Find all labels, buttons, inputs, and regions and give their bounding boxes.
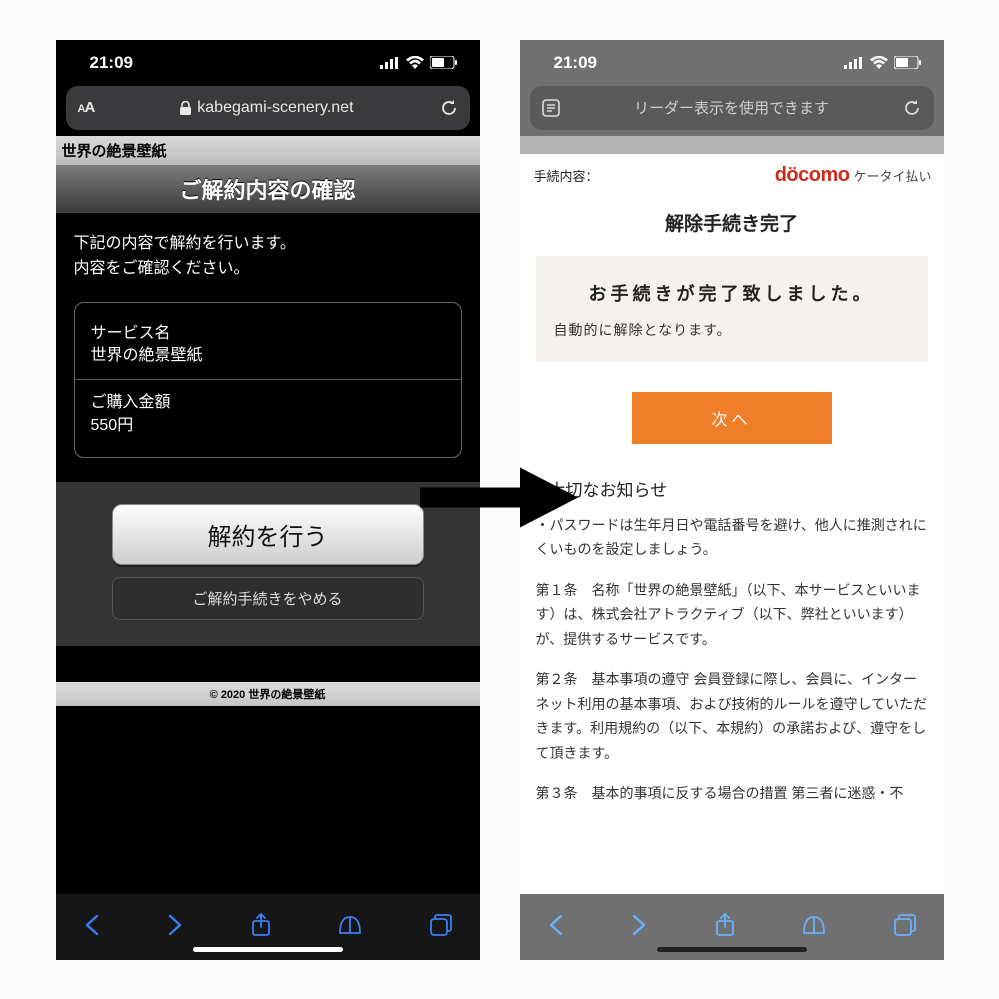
home-indicator[interactable] xyxy=(657,947,807,952)
reader-icon[interactable] xyxy=(542,99,560,117)
url-bar[interactable]: AA kabegami-scenery.net xyxy=(66,86,470,130)
completion-box: お手続きが完了致しました。 自動的に解除となります。 xyxy=(536,256,928,362)
notice-p4: 第３条 基本的事項に反する場合の措置 第三者に迷惑・不 xyxy=(536,781,928,806)
confirm-text-2: 内容をご確認ください。 xyxy=(74,256,462,282)
service-label: サービス名 xyxy=(91,323,445,345)
reader-hint: リーダー表示を使用できます xyxy=(634,97,829,118)
service-name: 世界の絶景壁紙 xyxy=(91,345,445,367)
status-icons xyxy=(844,56,922,69)
back-icon[interactable] xyxy=(548,914,564,936)
status-bar: 21:09 xyxy=(56,40,480,86)
status-bar: 21:09 xyxy=(520,40,944,86)
docomo-brand: döcomo xyxy=(775,164,850,187)
time-label: 21:09 xyxy=(554,53,597,73)
wifi-icon xyxy=(870,56,888,69)
url-text: kabegami-scenery.net xyxy=(197,99,353,117)
wifi-icon xyxy=(406,56,424,69)
battery-icon xyxy=(894,56,922,69)
price-value: 550円 xyxy=(91,415,445,437)
url-bar[interactable]: リーダー表示を使用できます xyxy=(530,86,934,130)
abort-cancel-button[interactable]: ご解約手続きをやめる xyxy=(112,577,424,620)
reload-icon[interactable] xyxy=(440,99,458,117)
notice-body: ・パスワードは生年月日や電話番号を避け、他人に推測されにくいものを設定しましょう… xyxy=(520,513,944,822)
info-box: サービス名 世界の絶景壁紙 ご購入金額 550円 xyxy=(74,302,462,459)
home-indicator[interactable] xyxy=(193,947,343,952)
forward-icon[interactable] xyxy=(631,914,647,936)
docomo-sub: ケータイ払い xyxy=(853,166,931,185)
bookmarks-icon[interactable] xyxy=(802,915,826,935)
action-area: 解約を行う ご解約手続きをやめる xyxy=(56,482,480,646)
cancel-confirm-button[interactable]: 解約を行う xyxy=(112,504,424,565)
share-icon[interactable] xyxy=(715,913,735,937)
notice-p3: 第２条 基本事項の遵守 会員登録に際し、会員に、インターネット利用の基本事項、お… xyxy=(536,667,928,765)
completion-title: お手続きが完了致しました。 xyxy=(554,280,910,306)
notice-heading: 大切なお知らせ xyxy=(520,470,944,513)
text-size-icon[interactable]: AA xyxy=(78,99,95,116)
cellular-icon xyxy=(380,57,400,69)
completion-sub: 自動的に解除となります。 xyxy=(554,320,910,340)
page-content: 世界の絶景壁紙 ご解約内容の確認 下記の内容で解約を行います。 内容をご確認くだ… xyxy=(56,136,480,894)
price-label: ご購入金額 xyxy=(91,392,445,414)
back-icon[interactable] xyxy=(84,914,100,936)
arrow-icon xyxy=(420,462,580,537)
battery-icon xyxy=(430,56,458,69)
copyright: © 2020 世界の絶景壁紙 xyxy=(56,680,480,708)
cellular-icon xyxy=(844,57,864,69)
confirm-text-1: 下記の内容で解約を行います。 xyxy=(74,231,462,257)
tabs-icon[interactable] xyxy=(430,914,452,936)
page-content: 手続内容： döcomo ケータイ払い 解除手続き完了 お手続きが完了致しました… xyxy=(520,136,944,894)
phone-left: 21:09 AA kabegami-scenery.net 世界の絶景壁紙 ご解… xyxy=(56,40,480,960)
completion-header: 解除手続き完了 xyxy=(520,193,944,256)
status-icons xyxy=(380,56,458,69)
bookmarks-icon[interactable] xyxy=(338,915,362,935)
time-label: 21:09 xyxy=(90,53,133,73)
share-icon[interactable] xyxy=(251,913,271,937)
notice-p2: 第１条 名称「世界の絶景壁紙」（以下、本サービスといいます）は、株式会社アトラク… xyxy=(536,578,928,652)
next-button[interactable]: 次へ xyxy=(632,392,832,444)
reload-icon[interactable] xyxy=(903,99,921,117)
phone-right: 21:09 リーダー表示を使用できます 手続内容： döcomo ケータイ払い … xyxy=(520,40,944,960)
site-title-bar: 世界の絶景壁紙 xyxy=(56,136,480,165)
notice-p1: ・パスワードは生年月日や電話番号を避け、他人に推測されにくいものを設定しましょう… xyxy=(536,513,928,562)
meta-label: 手続内容： xyxy=(534,166,599,185)
lock-icon xyxy=(180,101,191,115)
page-header: ご解約内容の確認 xyxy=(56,165,480,213)
forward-icon[interactable] xyxy=(167,914,183,936)
tabs-icon[interactable] xyxy=(894,914,916,936)
